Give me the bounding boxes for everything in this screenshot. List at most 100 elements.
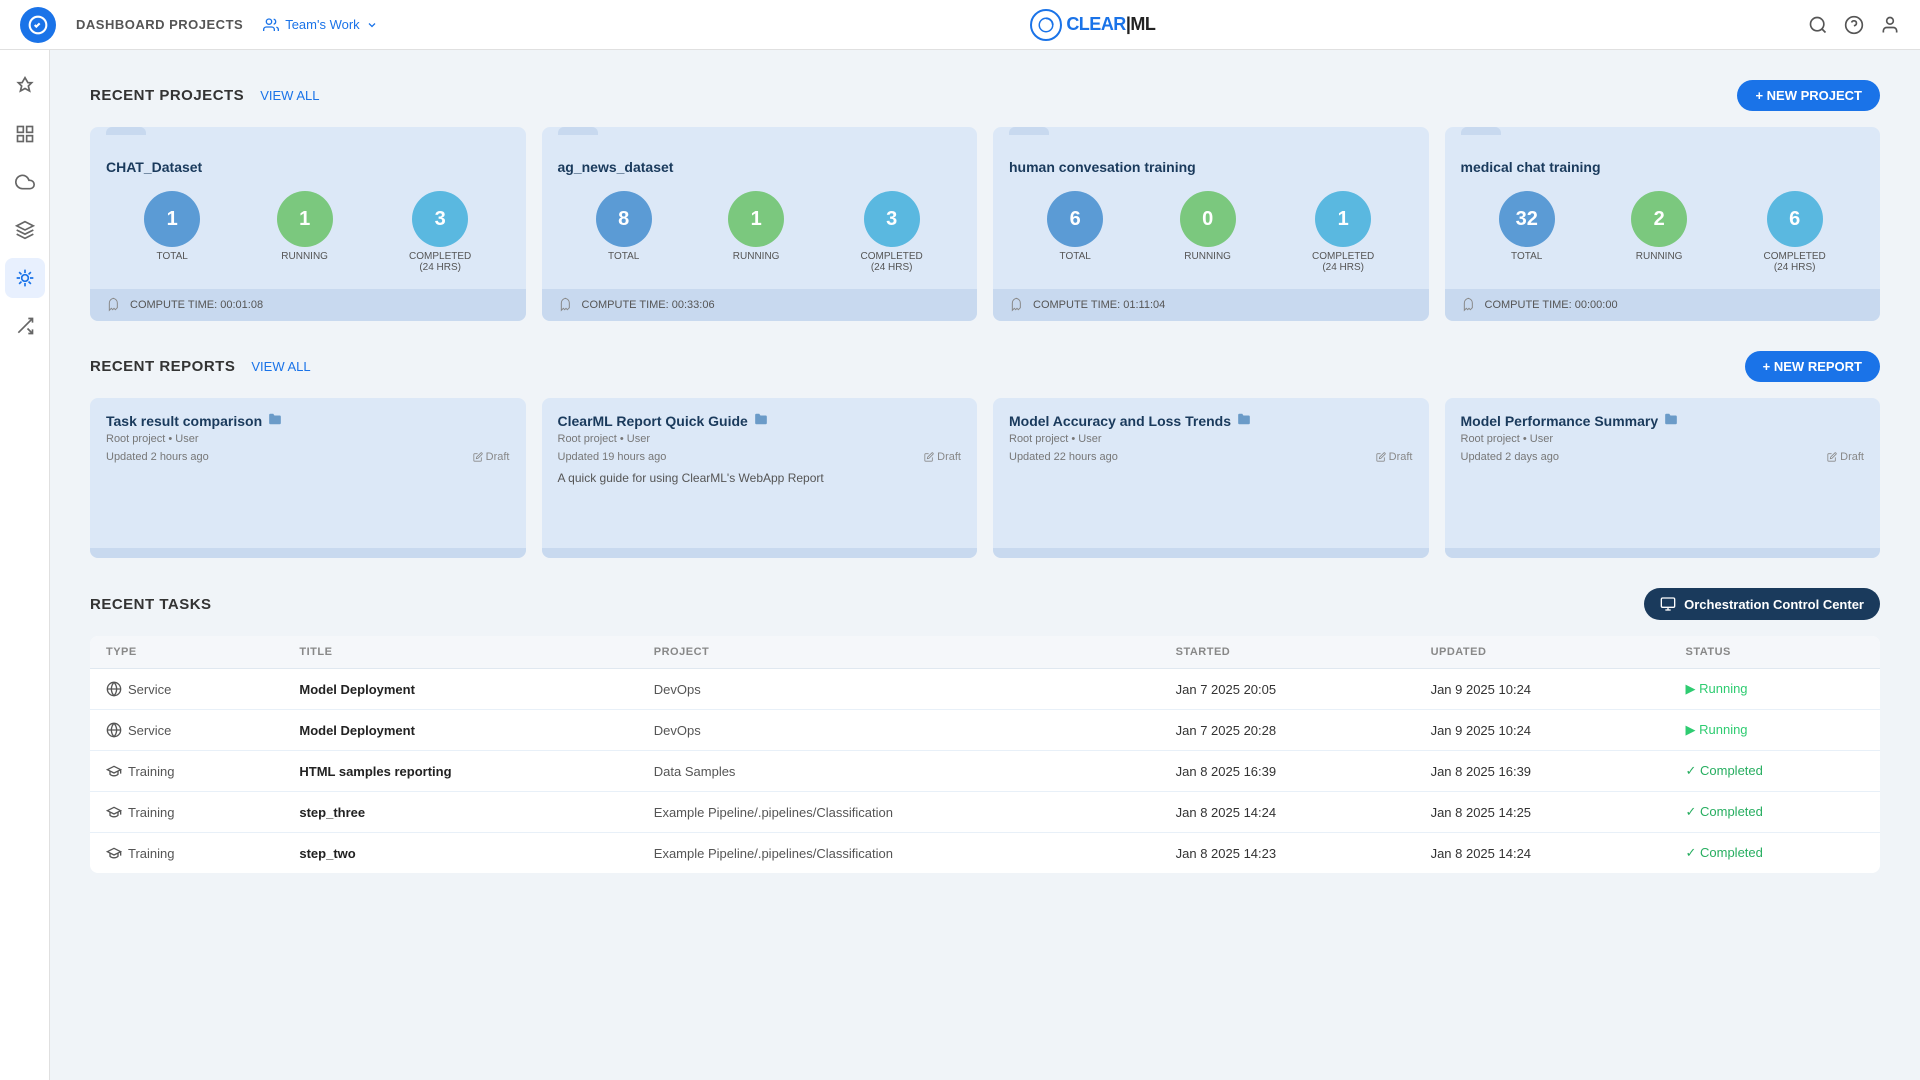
folder-icon	[754, 412, 768, 426]
task-status-cell: ✓ Completed	[1670, 751, 1881, 792]
project-card[interactable]: medical chat training 32 TOTAL 2 RUNNING…	[1445, 127, 1881, 321]
sidebar-item-pipelines[interactable]	[5, 66, 45, 106]
total-label: TOTAL	[157, 251, 188, 262]
search-icon[interactable]	[1808, 15, 1828, 35]
total-label: TOTAL	[608, 251, 639, 262]
pencil-icon	[1827, 452, 1837, 462]
completed-label: COMPLETED(24 hrs)	[409, 251, 471, 273]
report-card-updated: Updated 2 hours ago Draft	[106, 451, 510, 463]
report-card-footer	[90, 548, 526, 558]
report-card-title: Model Performance Summary	[1461, 412, 1865, 429]
folder-icon	[268, 412, 282, 426]
project-card[interactable]: ag_news_dataset 8 TOTAL 1 RUNNING 3 COMP…	[542, 127, 978, 321]
type-cell-content: Training	[106, 845, 267, 861]
table-row[interactable]: Training step_two Example Pipeline/.pipe…	[90, 833, 1880, 874]
project-card-footer: COMPUTE TIME: 00:33:06	[542, 289, 978, 321]
project-card-body: 32 TOTAL 2 RUNNING 6 COMPLETED(24 hrs)	[1445, 175, 1881, 289]
reports-section-title: RECENT REPORTS	[90, 358, 235, 375]
chevron-down-icon	[366, 19, 378, 31]
tasks-header: RECENT TASKS Orchestration Control Cente…	[90, 588, 1880, 620]
report-card[interactable]: Task result comparison Root project • Us…	[90, 398, 526, 558]
running-circle: 2	[1631, 191, 1687, 247]
type-label: Training	[128, 846, 174, 861]
ghost-icon	[1461, 297, 1477, 313]
new-project-button[interactable]: + NEW PROJECT	[1737, 80, 1880, 111]
orchestration-button[interactable]: Orchestration Control Center	[1644, 588, 1880, 620]
total-circle: 8	[596, 191, 652, 247]
table-row[interactable]: Service Model Deployment DevOps Jan 7 20…	[90, 669, 1880, 710]
running-circle: 1	[728, 191, 784, 247]
orchestration-icon	[1660, 596, 1676, 612]
project-card[interactable]: human convesation training 6 TOTAL 0 RUN…	[993, 127, 1429, 321]
report-card[interactable]: Model Accuracy and Loss Trends Root proj…	[993, 398, 1429, 558]
project-card[interactable]: CHAT_Dataset 1 TOTAL 1 RUNNING 3 COMPLET…	[90, 127, 526, 321]
task-type-cell: Service	[90, 710, 283, 751]
new-report-button[interactable]: + NEW REPORT	[1745, 351, 1880, 382]
total-label: TOTAL	[1511, 251, 1542, 262]
type-label: Training	[128, 764, 174, 779]
rocket-icon	[15, 76, 35, 96]
sidebar-item-orchestration[interactable]	[5, 306, 45, 346]
recent-tasks-section: RECENT TASKS Orchestration Control Cente…	[90, 588, 1880, 873]
stat-total: 6 TOTAL	[1047, 191, 1103, 273]
completed-circle: 1	[1315, 191, 1371, 247]
projects-title-group: RECENT PROJECTS VIEW ALL	[90, 87, 319, 104]
completed-circle: 3	[412, 191, 468, 247]
task-title-cell: HTML samples reporting	[283, 751, 637, 792]
draft-badge: Draft	[924, 451, 961, 463]
task-updated-cell: Jan 8 2025 14:25	[1415, 792, 1670, 833]
nav-icons	[1808, 15, 1900, 35]
tasks-col-project: PROJECT	[638, 636, 1160, 669]
app-logo[interactable]	[20, 7, 56, 43]
orchestration-btn-label: Orchestration Control Center	[1684, 597, 1864, 612]
table-row[interactable]: Service Model Deployment DevOps Jan 7 20…	[90, 710, 1880, 751]
sidebar-item-reports[interactable]	[5, 258, 45, 298]
dashboard-title: DASHBOARD PROJECTS	[76, 17, 243, 32]
tasks-section-title: RECENT TASKS	[90, 596, 212, 613]
help-icon[interactable]	[1844, 15, 1864, 35]
brand-name: CLEAR|ML	[1066, 14, 1155, 35]
table-row[interactable]: Training HTML samples reporting Data Sam…	[90, 751, 1880, 792]
reports-view-all[interactable]: VIEW ALL	[251, 359, 310, 374]
ghost-icon	[106, 297, 122, 313]
brain-icon	[15, 268, 35, 288]
sidebar-item-experiments[interactable]	[5, 114, 45, 154]
project-card-title: ag_news_dataset	[558, 159, 962, 175]
task-title-cell: Model Deployment	[283, 710, 637, 751]
type-label: Service	[128, 682, 171, 697]
team-selector[interactable]: Team's Work	[263, 17, 377, 33]
task-updated-cell: Jan 9 2025 10:24	[1415, 669, 1670, 710]
reports-title-group: RECENT REPORTS VIEW ALL	[90, 358, 311, 375]
project-card-tab	[1009, 127, 1049, 135]
task-type-cell: Service	[90, 669, 283, 710]
stat-running: 1 RUNNING	[728, 191, 784, 273]
bookmark-icon	[754, 412, 768, 429]
projects-view-all[interactable]: VIEW ALL	[260, 88, 319, 103]
report-card-content: Task result comparison Root project • Us…	[90, 398, 526, 477]
user-icon[interactable]	[1880, 15, 1900, 35]
status-badge: ▶ Running	[1686, 722, 1865, 738]
report-card-updated: Updated 19 hours ago Draft	[558, 451, 962, 463]
report-card[interactable]: ClearML Report Quick Guide Root project …	[542, 398, 978, 558]
status-badge: ✓ Completed	[1686, 804, 1865, 820]
pencil-icon	[924, 452, 934, 462]
project-card-footer: COMPUTE TIME: 00:01:08	[90, 289, 526, 321]
brand-icon	[1037, 16, 1055, 34]
task-updated-cell: Jan 8 2025 14:24	[1415, 833, 1670, 874]
type-cell-content: Service	[106, 681, 267, 697]
table-row[interactable]: Training step_three Example Pipeline/.pi…	[90, 792, 1880, 833]
project-card-header: ag_news_dataset	[542, 135, 978, 175]
service-icon	[106, 722, 122, 738]
bookmark-icon	[1664, 412, 1678, 429]
projects-section-header: RECENT PROJECTS VIEW ALL + NEW PROJECT	[90, 80, 1880, 111]
report-card[interactable]: Model Performance Summary Root project •…	[1445, 398, 1881, 558]
project-card-footer: COMPUTE TIME: 01:11:04	[993, 289, 1429, 321]
sidebar-item-datasets[interactable]	[5, 210, 45, 250]
report-card-title: Model Accuracy and Loss Trends	[1009, 412, 1413, 429]
sidebar-item-models[interactable]	[5, 162, 45, 202]
main-content: RECENT PROJECTS VIEW ALL + NEW PROJECT C…	[50, 50, 1920, 1080]
training-icon	[106, 804, 122, 820]
projects-section-title: RECENT PROJECTS	[90, 87, 244, 104]
clearml-logo: CLEAR|ML	[1030, 9, 1155, 41]
total-circle: 6	[1047, 191, 1103, 247]
